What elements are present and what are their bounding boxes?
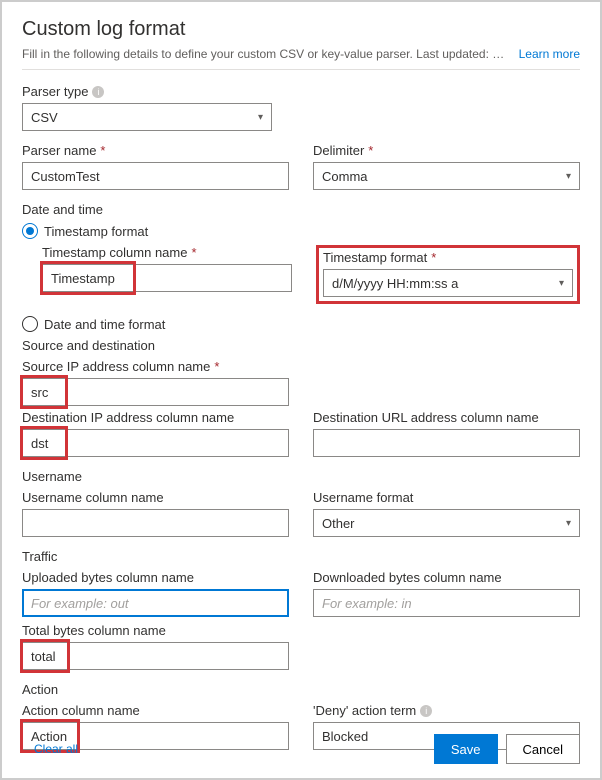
uploaded-label: Uploaded bytes column name xyxy=(22,570,289,585)
ts-col-label: Timestamp column name* xyxy=(42,245,292,260)
chevron-down-icon: ▾ xyxy=(258,112,263,123)
save-button[interactable]: Save xyxy=(434,734,498,764)
info-icon: i xyxy=(420,705,432,717)
dst-url-input[interactable] xyxy=(313,429,580,457)
total-bytes-input[interactable] xyxy=(22,642,289,670)
downloaded-label: Downloaded bytes column name xyxy=(313,570,580,585)
page-title: Custom log format xyxy=(22,18,580,41)
timestamp-format-radio[interactable]: Timestamp format xyxy=(22,223,580,239)
ts-fmt-label: Timestamp format* xyxy=(323,250,573,265)
username-section: Username xyxy=(22,469,580,484)
source-dest-section: Source and destination xyxy=(22,338,580,353)
radio-icon xyxy=(22,316,38,332)
username-col-input[interactable] xyxy=(22,509,289,537)
clear-all-link[interactable]: Clear all xyxy=(34,742,78,756)
parser-type-select[interactable]: CSV ▾ xyxy=(22,103,272,131)
dst-url-label: Destination URL address column name xyxy=(313,410,580,425)
learn-more-link[interactable]: Learn more xyxy=(519,47,580,61)
date-time-format-radio[interactable]: Date and time format xyxy=(22,316,580,332)
delimiter-label: Delimiter* xyxy=(313,143,580,158)
total-bytes-label: Total bytes column name xyxy=(22,623,289,638)
action-col-label: Action column name xyxy=(22,703,289,718)
action-section: Action xyxy=(22,682,580,697)
cancel-button[interactable]: Cancel xyxy=(506,734,580,764)
username-col-label: Username column name xyxy=(22,490,289,505)
date-time-section: Date and time xyxy=(22,202,580,217)
traffic-section: Traffic xyxy=(22,549,580,564)
parser-name-label: Parser name* xyxy=(22,143,289,158)
delimiter-select[interactable]: Comma ▾ xyxy=(313,162,580,190)
username-fmt-select[interactable]: Other ▾ xyxy=(313,509,580,537)
deny-term-label: 'Deny' action term i xyxy=(313,703,580,718)
parser-name-input[interactable] xyxy=(22,162,289,190)
src-ip-input[interactable] xyxy=(22,378,289,406)
chevron-down-icon: ▾ xyxy=(566,518,571,529)
info-icon: i xyxy=(92,86,104,98)
dst-ip-input[interactable] xyxy=(22,429,289,457)
uploaded-input[interactable] xyxy=(22,589,289,617)
ts-fmt-select[interactable]: d/M/yyyy HH:mm:ss a ▾ xyxy=(323,269,573,297)
downloaded-input[interactable] xyxy=(313,589,580,617)
chevron-down-icon: ▾ xyxy=(559,278,564,289)
ts-col-input[interactable] xyxy=(42,264,292,292)
page-subtitle: Fill in the following details to define … xyxy=(22,47,507,61)
src-ip-label: Source IP address column name* xyxy=(22,359,289,374)
chevron-down-icon: ▾ xyxy=(566,171,571,182)
radio-icon xyxy=(22,223,38,239)
dst-ip-label: Destination IP address column name xyxy=(22,410,289,425)
parser-type-label: Parser type i xyxy=(22,84,272,99)
username-fmt-label: Username format xyxy=(313,490,580,505)
